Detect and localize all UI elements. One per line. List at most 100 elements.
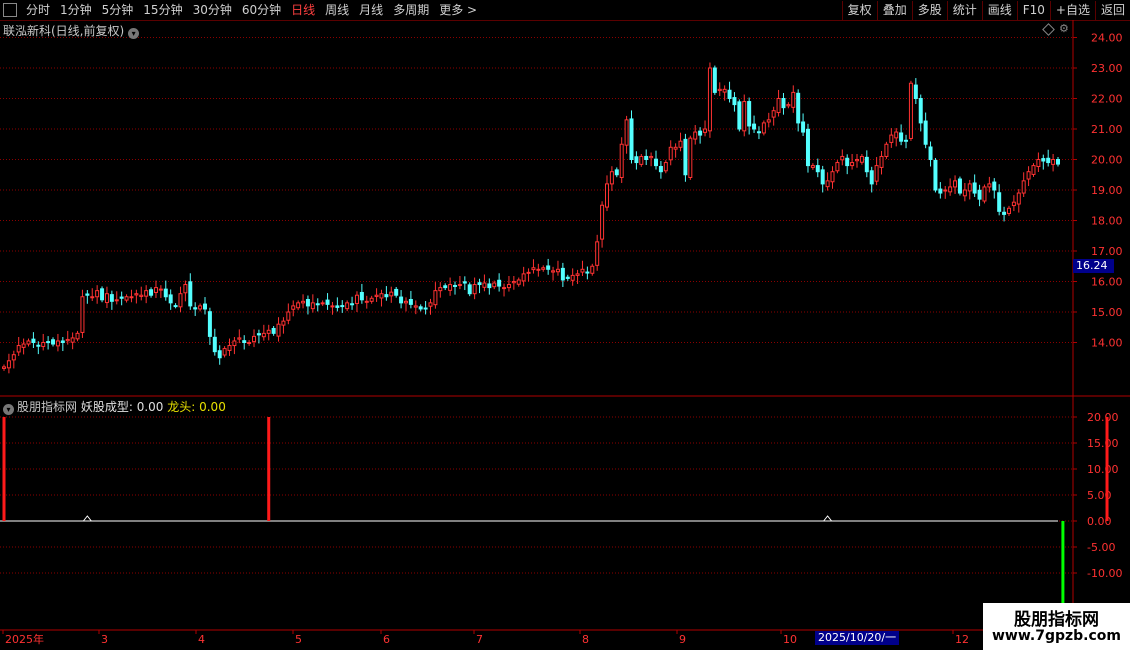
candle-body <box>521 273 526 282</box>
candle-body <box>654 158 659 167</box>
candle-body <box>850 162 855 167</box>
candle-body <box>60 340 65 344</box>
candle-body <box>1036 159 1041 168</box>
candle-body <box>555 268 560 273</box>
candle-body <box>168 294 173 304</box>
candle-body <box>443 285 448 289</box>
candle-body <box>183 284 188 294</box>
candle-body <box>36 344 41 347</box>
candle-body <box>766 119 771 123</box>
candle-body <box>158 288 163 291</box>
candle-body <box>825 180 830 188</box>
candle-body <box>266 329 271 334</box>
candle-body <box>879 155 884 168</box>
candle-body <box>212 336 217 353</box>
candle-body <box>624 119 629 146</box>
candle-body <box>649 155 654 159</box>
candle-body <box>389 291 394 297</box>
kline-tick-label: 16.00 <box>1091 276 1123 289</box>
candle-body <box>1016 192 1021 205</box>
chevron-down-icon[interactable]: ▾ <box>3 404 14 415</box>
candle-body <box>114 299 119 302</box>
candle-body <box>477 282 482 286</box>
candle-body <box>732 97 737 106</box>
candle-body <box>815 165 820 173</box>
candle-body <box>399 296 404 304</box>
candle-body <box>982 186 987 202</box>
candle-body <box>698 130 703 136</box>
candle-body <box>908 82 913 139</box>
candle-body <box>217 350 222 359</box>
candle-body <box>678 140 683 148</box>
candle-body <box>242 340 247 344</box>
candle-body <box>364 300 369 303</box>
candle-body <box>335 305 340 308</box>
candle-body <box>457 284 462 287</box>
candle-body <box>516 279 521 285</box>
candle-body <box>928 146 933 160</box>
indicator-tick-label: 15.00 <box>1087 437 1119 450</box>
candle-body <box>938 188 943 194</box>
candle-body <box>541 267 546 270</box>
indicator-tick-label: -10.00 <box>1087 567 1122 580</box>
settings-icon[interactable]: ⚙ <box>1059 22 1069 35</box>
candle-body <box>830 171 835 183</box>
candle-body <box>193 307 198 310</box>
candle-body <box>70 337 75 343</box>
candle-body <box>776 98 781 114</box>
candle-body <box>786 104 791 107</box>
candle-body <box>173 305 178 308</box>
chevron-down-icon[interactable]: ▾ <box>128 28 140 39</box>
candle-body <box>340 305 345 308</box>
candle-body <box>408 298 413 305</box>
candle-body <box>252 335 257 343</box>
kline-tick-label: 14.00 <box>1091 337 1123 350</box>
candle-body <box>997 192 1002 212</box>
candle-body <box>683 138 688 176</box>
candle-body <box>600 204 605 240</box>
candle-body <box>26 340 31 345</box>
candle-body <box>531 267 536 271</box>
watermark-url: www.7gpzb.com <box>991 628 1121 644</box>
candle-body <box>992 181 997 191</box>
candle-body <box>403 300 408 304</box>
candle-body <box>590 265 595 274</box>
candle-body <box>614 169 619 176</box>
candle-body <box>21 343 26 348</box>
candle-body <box>810 165 815 168</box>
chart-canvas[interactable]: 24.00 23.00 22.00 21.00 20.00 19.00 18.00 17.00… <box>0 0 1130 650</box>
candle-body <box>305 298 310 307</box>
time-tick-label: 12 <box>955 633 969 646</box>
candle-body <box>506 284 511 289</box>
candle-body <box>374 294 379 297</box>
candle-body <box>222 348 227 356</box>
candle-body <box>933 159 938 191</box>
candle-body <box>11 354 16 361</box>
indicator-title: ▾ 股朋指标网 妖股成型: 0.00 龙头: 0.00 <box>3 398 226 415</box>
candle-body <box>580 268 585 273</box>
date-cursor-label: 2025/10/20/一 <box>815 631 900 645</box>
candle-body <box>379 293 384 299</box>
candle-body <box>124 296 129 301</box>
candle-body <box>953 180 958 188</box>
candle-body <box>796 92 801 124</box>
candle-body <box>712 67 717 93</box>
kline-tick-label: 23.00 <box>1091 62 1123 75</box>
candle-body <box>100 288 105 301</box>
candle-body <box>560 267 565 281</box>
candle-body <box>595 241 600 266</box>
candle-body <box>835 162 840 172</box>
candle-body <box>467 284 472 295</box>
candle-body <box>261 332 266 338</box>
candle-body <box>923 120 928 145</box>
candle-body <box>948 186 953 193</box>
indicator-series1-label: 妖股成型: 0.00 <box>80 400 164 414</box>
watermark-logo: 股朋指标网 www.7gpzb.com <box>983 603 1130 650</box>
candle-body <box>315 303 320 306</box>
candle-body <box>742 101 747 132</box>
candle-body <box>840 155 845 161</box>
candle-body <box>820 169 825 185</box>
candle-body <box>394 288 399 296</box>
candle-body <box>75 332 80 340</box>
candle-body <box>448 284 453 291</box>
